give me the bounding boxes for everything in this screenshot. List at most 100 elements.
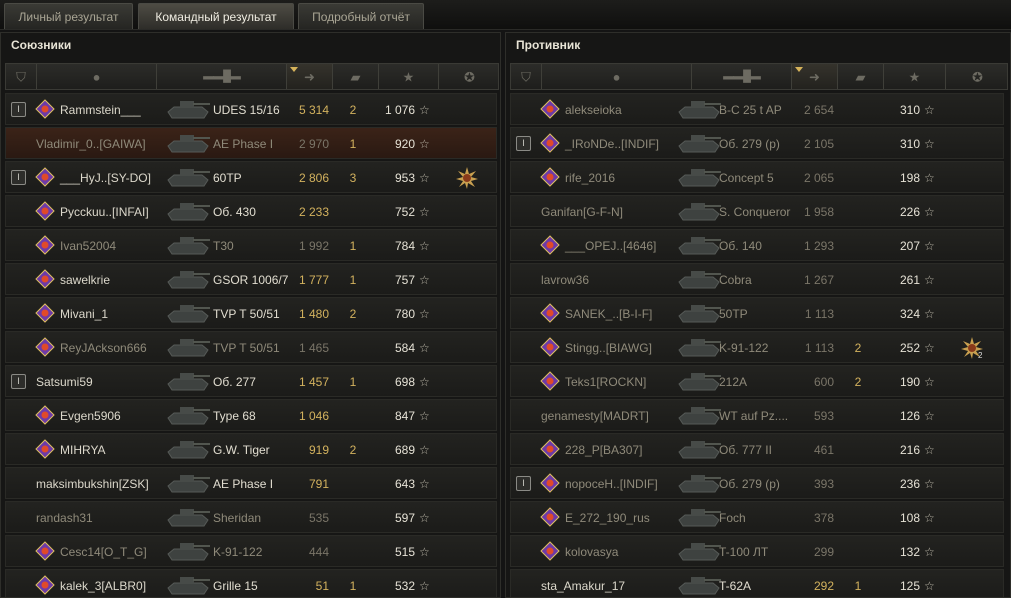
player-name[interactable]: ReyJAckson666: [60, 332, 147, 364]
medals-column-header[interactable]: ✪: [438, 64, 500, 89]
player-row[interactable]: SANEK_..[B-I-F] 50TP 1 113 324 ☆: [510, 297, 1004, 329]
player-row[interactable]: Evgen5906 Type 68 1 046 847 ☆: [5, 399, 497, 431]
tank-turret: [691, 475, 705, 482]
player-row[interactable]: Ivan52004 T30 1 992 1 784 ☆: [5, 229, 497, 261]
player-row[interactable]: Mivani_1 TVP T 50/51 1 480 2 780 ☆: [5, 297, 497, 329]
xp-value: 752: [394, 205, 415, 219]
xp-column-header[interactable]: ★: [883, 64, 945, 89]
player-row[interactable]: E_272_190_rus Foch 378 108 ☆: [510, 501, 1004, 533]
player-name[interactable]: ___HyJ..[SY-DO]: [60, 162, 151, 194]
tab-detailed-report[interactable]: Подробный отчёт: [298, 3, 424, 29]
player-row[interactable]: sawelkrie GSOR 1006/7 1 777 1 757 ☆: [5, 263, 497, 295]
player-name[interactable]: _IRoNDe..[INDIF]: [565, 128, 659, 160]
player-row[interactable]: genamesty[MADRT] WT auf Pz.... 593 126 ☆: [510, 399, 1004, 431]
player-name[interactable]: Satsumi59: [36, 366, 93, 398]
player-row[interactable]: ___OPEJ..[4646] Об. 140 1 293 207 ☆: [510, 229, 1004, 261]
tank-column-header[interactable]: ▬▬█▬: [156, 64, 286, 89]
tank-hull: [678, 378, 720, 391]
tank-turret: [691, 441, 705, 448]
player-row[interactable]: Ganifan[G-F-N] S. Conqueror 1 958 226 ☆: [510, 195, 1004, 227]
tank-hull: [678, 106, 720, 119]
player-name[interactable]: kalek_3[ALBR0]: [60, 570, 146, 597]
player-row[interactable]: rife_2016 Concept 5 2 065 198 ☆: [510, 161, 1004, 193]
tank-name: 50TP: [719, 307, 748, 321]
player-row[interactable]: Pycckuu..[INFAI] Об. 430 2 233 752 ☆: [5, 195, 497, 227]
player-row[interactable]: Cesc14[O_T_G] K-91-122 444 515 ☆: [5, 535, 497, 567]
clan-emblem-core: [546, 479, 554, 487]
medals-column-header[interactable]: ✪: [945, 64, 1009, 89]
tank-image: [678, 543, 721, 561]
player-name[interactable]: Ivan52004: [60, 230, 116, 262]
player-name[interactable]: MIHRYA: [60, 434, 106, 466]
player-name[interactable]: genamesty[MADRT]: [541, 400, 649, 432]
tank-turret: [180, 577, 194, 584]
tank-turret: [691, 509, 705, 516]
tank-image: [167, 169, 210, 187]
kills-column-header[interactable]: ▰: [837, 64, 883, 89]
player-name[interactable]: sawelkrie: [60, 264, 110, 296]
player-name[interactable]: ___OPEJ..[4646]: [565, 230, 656, 262]
platoon-column-header[interactable]: ⛉: [6, 64, 36, 89]
player-row[interactable]: Stingg..[BIAWG] K-91-122 1 113 2 252 ☆ 2: [510, 331, 1004, 363]
tank-turret: [691, 271, 705, 278]
player-name[interactable]: Rammstein___: [60, 94, 141, 126]
platoon-column-header[interactable]: ⛉: [511, 64, 541, 89]
player-name[interactable]: Pycckuu..[INFAI]: [60, 196, 149, 228]
player-name[interactable]: Teks1[ROCKN]: [565, 366, 646, 398]
player-name[interactable]: E_272_190_rus: [565, 502, 650, 534]
xp-column-header[interactable]: ★: [378, 64, 438, 89]
player-row[interactable]: lavrow36 Cobra 1 267 261 ☆: [510, 263, 1004, 295]
clan-emblem-core: [41, 309, 49, 317]
tank-image: [167, 407, 210, 425]
achievement-medal-icon[interactable]: [455, 166, 479, 190]
player-name[interactable]: lavrow36: [541, 264, 589, 296]
player-name[interactable]: Evgen5906: [60, 400, 121, 432]
damage-column-header[interactable]: ➜: [791, 64, 837, 89]
player-row[interactable]: Vladimir_0..[GAIWA] AE Phase I 2 970 1 920 ☆: [5, 127, 497, 159]
player-row[interactable]: kalek_3[ALBR0] Grille 15 51 1 532 ☆: [5, 569, 497, 597]
player-row[interactable]: maksimbukshin[ZSK] AE Phase I 791 643 ☆: [5, 467, 497, 499]
player-name[interactable]: alekseioka: [565, 94, 622, 126]
xp-value: 847: [394, 409, 415, 423]
kills-value: [845, 536, 871, 568]
player-row[interactable]: I Satsumi59 Об. 277 1 457 1 698 ☆: [5, 365, 497, 397]
player-name[interactable]: maksimbukshin[ZSK]: [36, 468, 149, 500]
star-icon: ☆: [419, 239, 430, 253]
player-row[interactable]: sta_Amakur_17 T-62A 292 1 125 ☆: [510, 569, 1004, 597]
tank-column-header[interactable]: ▬▬█▬: [691, 64, 791, 89]
player-column-header[interactable]: ●: [36, 64, 156, 89]
kills-column-header[interactable]: ▰: [332, 64, 378, 89]
player-row[interactable]: I _IRoNDe..[INDIF] Об. 279 (р) 2 105 310 ☆: [510, 127, 1004, 159]
player-name[interactable]: Cesc14[O_T_G]: [60, 536, 147, 568]
player-name[interactable]: sta_Amakur_17: [541, 570, 625, 597]
player-row[interactable]: 228_P[BA307] Об. 777 II 461 216 ☆: [510, 433, 1004, 465]
player-name[interactable]: rife_2016: [565, 162, 615, 194]
player-row[interactable]: Teks1[ROCKN] 212A 600 2 190 ☆: [510, 365, 1004, 397]
tank-image: [678, 101, 721, 119]
tank-image: [167, 135, 210, 153]
tab-personal-result[interactable]: Личный результат: [4, 3, 133, 29]
player-name[interactable]: Ganifan[G-F-N]: [541, 196, 623, 228]
player-row[interactable]: alekseioka B-C 25 t AP 2 654 310 ☆: [510, 93, 1004, 125]
player-name[interactable]: randash31: [36, 502, 93, 534]
player-name[interactable]: SANEK_..[B-I-F]: [565, 298, 652, 330]
player-row[interactable]: MIHRYA G.W. Tiger 919 2 689 ☆: [5, 433, 497, 465]
player-row[interactable]: I Rammstein___ UDES 15/16 5 314 2 1 076 ☆: [5, 93, 497, 125]
player-name[interactable]: Stingg..[BIAWG]: [565, 332, 652, 364]
kills-value: [340, 502, 366, 534]
player-name[interactable]: Vladimir_0..[GAIWA]: [36, 128, 146, 160]
damage-column-header[interactable]: ➜: [286, 64, 332, 89]
tank-name: Об. 279 (р): [719, 477, 780, 491]
player-name[interactable]: 228_P[BA307]: [565, 434, 642, 466]
player-name[interactable]: nopoceH..[INDIF]: [565, 468, 658, 500]
player-name[interactable]: kolovasya: [565, 536, 618, 568]
player-row[interactable]: I ___HyJ..[SY-DO] 60TP 2 806 3 953 ☆: [5, 161, 497, 193]
player-row[interactable]: kolovasya T-100 ЛТ 299 132 ☆: [510, 535, 1004, 567]
player-row[interactable]: ReyJAckson666 TVP T 50/51 1 465 584 ☆: [5, 331, 497, 363]
player-row[interactable]: InopoceH..[INDIF] Об. 279 (р) 393 236 ☆: [510, 467, 1004, 499]
player-name[interactable]: Mivani_1: [60, 298, 108, 330]
player-row[interactable]: randash31 Sheridan 535 597 ☆: [5, 501, 497, 533]
player-column-header[interactable]: ●: [541, 64, 691, 89]
tab-team-result[interactable]: Командный результат: [138, 3, 294, 29]
xp-value: 953: [394, 171, 415, 185]
